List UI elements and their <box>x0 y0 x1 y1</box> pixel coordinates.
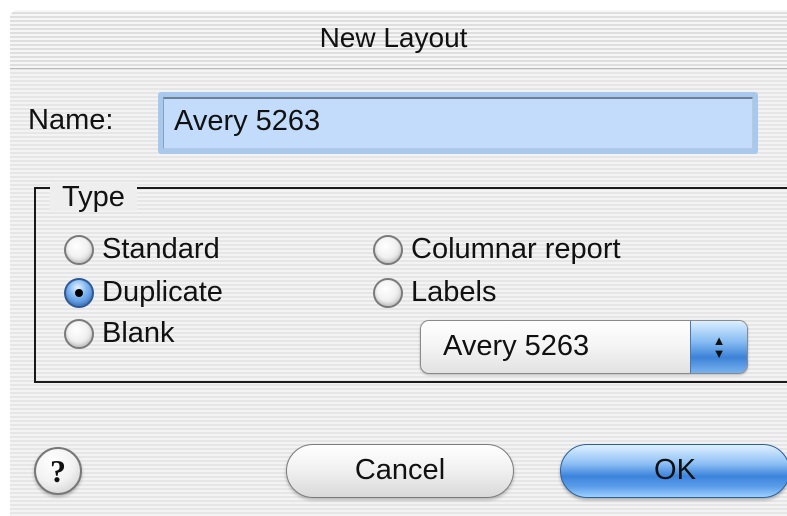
radio-columnar-report[interactable]: Columnar report <box>373 233 621 266</box>
name-field-frame[interactable]: Avery 5263 <box>158 92 758 154</box>
type-group-legend: Type <box>50 183 137 212</box>
radio-standard[interactable]: Standard <box>64 233 220 266</box>
radio-columnar-report-label: Columnar report <box>411 233 621 265</box>
radio-duplicate[interactable]: Duplicate <box>64 276 223 309</box>
radio-standard-label: Standard <box>102 233 220 265</box>
up-down-arrows-icon: ▲ ▼ <box>690 321 747 373</box>
name-input[interactable]: Avery 5263 <box>163 97 753 149</box>
ok-button[interactable]: OK <box>560 444 787 498</box>
radio-button-icon[interactable] <box>373 234 403 265</box>
radio-button-icon[interactable] <box>64 234 94 265</box>
radio-labels-label: Labels <box>411 276 497 308</box>
radio-button-selected-icon[interactable] <box>64 277 94 308</box>
radio-button-icon[interactable] <box>373 277 403 308</box>
dialog-title: New Layout <box>319 22 468 53</box>
name-label: Name: <box>28 104 114 136</box>
radio-labels[interactable]: Labels <box>373 276 496 309</box>
radio-blank[interactable]: Blank <box>64 317 175 350</box>
label-type-popup-value: Avery 5263 <box>443 330 590 362</box>
radio-duplicate-label: Duplicate <box>102 276 223 308</box>
help-button[interactable]: ? <box>34 447 82 495</box>
radio-blank-label: Blank <box>102 317 175 349</box>
cancel-button[interactable]: Cancel <box>286 444 514 498</box>
radio-button-icon[interactable] <box>64 318 94 349</box>
label-type-popup[interactable]: Avery 5263 ▲ ▼ <box>420 320 748 374</box>
